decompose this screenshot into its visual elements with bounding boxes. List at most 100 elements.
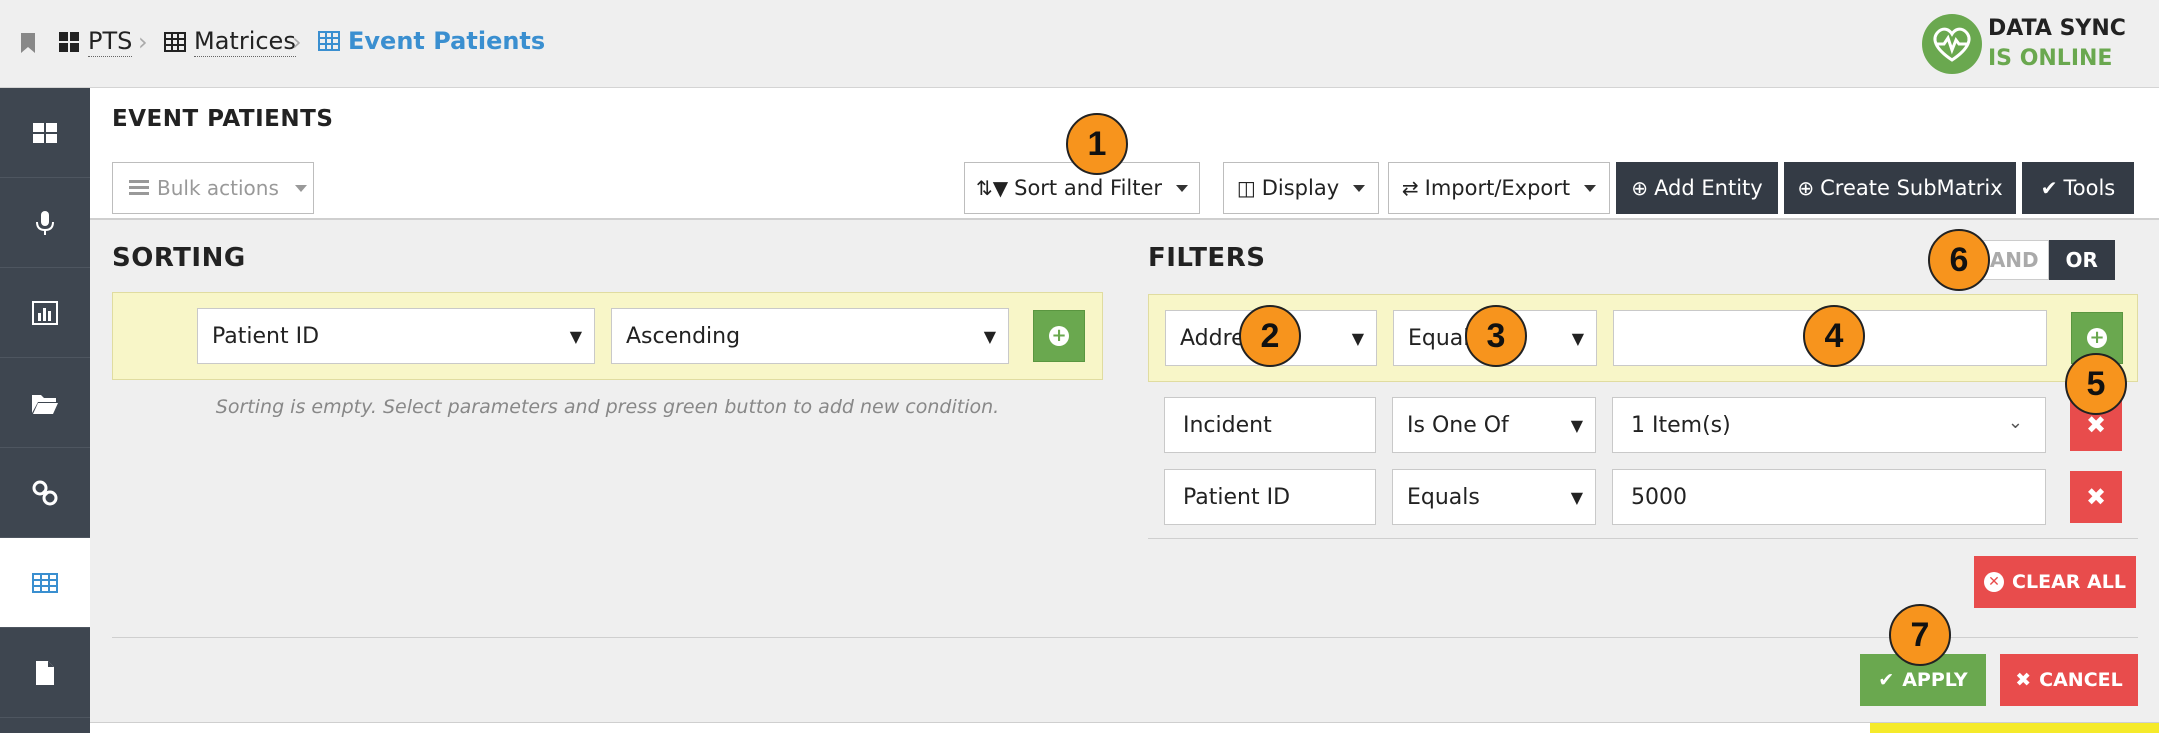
- sorting-empty-message: Sorting is empty. Select parameters and …: [215, 396, 1000, 418]
- bulk-actions-button[interactable]: Bulk actions: [112, 162, 314, 214]
- annotation-badge: 6: [1928, 229, 1990, 291]
- tools-button[interactable]: ✔ Tools: [2022, 162, 2134, 214]
- table-icon: [164, 31, 186, 52]
- close-icon: ✖: [2015, 669, 2032, 691]
- sort-order-select[interactable]: Ascending ▼: [611, 308, 1009, 364]
- bookmark-icon[interactable]: [20, 32, 36, 54]
- grid-icon: [59, 31, 79, 52]
- dashboard-icon: [33, 122, 57, 143]
- heartbeat-icon: [1922, 14, 1982, 74]
- clear-all-button[interactable]: ✕ CLEAR ALL: [1974, 556, 2136, 608]
- sidebar-item-documents[interactable]: [0, 628, 90, 718]
- sort-condition-row: Patient ID ▼ Ascending ▼ +: [112, 292, 1103, 380]
- filter-row-value[interactable]: 5000: [1612, 469, 2046, 525]
- caret-down-icon: [294, 184, 307, 192]
- plus-circle-icon: +: [2087, 328, 2107, 348]
- create-submatrix-button[interactable]: ⊕ Create SubMatrix: [1784, 162, 2016, 214]
- filter-row-operator-value: Is One Of: [1407, 412, 1509, 438]
- annotation-badge: 7: [1889, 604, 1951, 666]
- breadcrumb-matrices[interactable]: Matrices: [164, 26, 296, 57]
- remove-filter-button[interactable]: ✖: [2070, 471, 2122, 523]
- dropdown-arrow-icon: ▼: [1570, 488, 1583, 507]
- close-icon: ✖: [2085, 483, 2107, 511]
- folder-icon: [32, 394, 58, 414]
- display-label: Display: [1261, 176, 1340, 200]
- chevron-down-icon: ⌄: [2007, 412, 2023, 433]
- annotation-badge: 3: [1465, 305, 1527, 367]
- dropdown-arrow-icon: ▼: [1571, 329, 1584, 348]
- display-button[interactable]: ◫ Display: [1223, 162, 1379, 214]
- filter-row-value[interactable]: 1 Item(s) ⌄: [1612, 397, 2046, 453]
- sidebar: [0, 88, 90, 733]
- breadcrumb-label[interactable]: Matrices: [194, 26, 296, 57]
- tools-label: Tools: [2063, 176, 2116, 200]
- sidebar-item-matrices[interactable]: [0, 538, 90, 628]
- filter-field-value: Addre: [1180, 325, 1245, 351]
- plus-circle-icon: ⊕: [1631, 176, 1649, 200]
- annotation-badge: 2: [1239, 305, 1301, 367]
- annotation-badge: 4: [1803, 305, 1865, 367]
- sort-filter-icon: ⇅▼: [975, 176, 1009, 200]
- breadcrumb-separator: ›: [138, 28, 148, 56]
- sidebar-item-audio[interactable]: [0, 178, 90, 268]
- create-submatrix-label: Create SubMatrix: [1820, 176, 2003, 200]
- filter-row-operator[interactable]: Is One Of ▼: [1392, 397, 1596, 453]
- add-entity-button[interactable]: ⊕ Add Entity: [1616, 162, 1778, 214]
- sorting-title: SORTING: [112, 243, 246, 273]
- microphone-icon: [36, 210, 54, 235]
- cancel-button[interactable]: ✖ CANCEL: [2000, 654, 2138, 706]
- filter-row-field[interactable]: Patient ID: [1164, 469, 1376, 525]
- logic-toggle: AND OR: [1980, 240, 2115, 280]
- dropdown-arrow-icon: ▼: [1570, 416, 1583, 435]
- import-export-button[interactable]: ⇄ Import/Export: [1388, 162, 1610, 214]
- table-icon: [32, 572, 58, 593]
- sort-field-select[interactable]: Patient ID ▼: [197, 308, 595, 364]
- sort-field-value: Patient ID: [212, 323, 320, 349]
- caret-down-icon: [1176, 184, 1189, 192]
- filter-row-operator-value: Equals: [1407, 484, 1480, 510]
- dropdown-arrow-icon: ▼: [569, 327, 582, 346]
- add-entity-label: Add Entity: [1654, 176, 1763, 200]
- columns-icon: ◫: [1236, 176, 1256, 200]
- dropdown-arrow-icon: ▼: [983, 327, 996, 346]
- filter-row-operator[interactable]: Equals ▼: [1392, 469, 1596, 525]
- top-bar: PTS › Matrices › Event Patients DATA SYN…: [0, 0, 2159, 88]
- highlighted-column: [1870, 723, 2159, 733]
- dropdown-arrow-icon: ▼: [1351, 329, 1364, 348]
- filter-row-field[interactable]: Incident: [1164, 397, 1376, 453]
- logic-and-button[interactable]: AND: [1980, 240, 2049, 280]
- breadcrumb-separator: ›: [292, 28, 302, 56]
- exchange-icon: ⇄: [1401, 176, 1419, 200]
- plus-circle-icon: +: [1049, 326, 1069, 346]
- close-circle-icon: ✕: [1984, 572, 2005, 592]
- sync-status-line2: IS ONLINE: [1988, 46, 2113, 71]
- main-content: EVENT PATIENTS Bulk actions ⇅▼ Sort and …: [90, 88, 2159, 733]
- cancel-label: CANCEL: [2039, 669, 2123, 691]
- breadcrumb-event-patients: Event Patients: [318, 26, 545, 56]
- sync-status: DATA SYNC IS ONLINE: [1988, 14, 2126, 74]
- sort-order-value: Ascending: [626, 323, 741, 349]
- sidebar-item-files[interactable]: [0, 358, 90, 448]
- sync-status-line1: DATA SYNC: [1988, 16, 2126, 41]
- table-icon: [318, 31, 340, 51]
- breadcrumb-label: Event Patients: [348, 27, 546, 55]
- table-header-strip: [90, 722, 2159, 733]
- annotation-badge: 5: [2065, 353, 2127, 415]
- link-icon: [32, 480, 58, 505]
- filter-row-value-text: 1 Item(s): [1631, 412, 1731, 438]
- chart-icon: [32, 300, 58, 325]
- document-icon: [36, 660, 54, 685]
- caret-down-icon: [1584, 184, 1597, 192]
- filters-title: FILTERS: [1148, 243, 1266, 273]
- logic-or-button[interactable]: OR: [2048, 240, 2115, 280]
- breadcrumb-label[interactable]: PTS: [88, 26, 133, 57]
- check-icon: ✔: [1878, 669, 1895, 691]
- sidebar-item-reports[interactable]: [0, 268, 90, 358]
- page-title: EVENT PATIENTS: [112, 106, 334, 132]
- clear-all-label: CLEAR ALL: [2012, 571, 2126, 593]
- add-sort-button[interactable]: +: [1033, 310, 1085, 362]
- sidebar-item-links[interactable]: [0, 448, 90, 538]
- sidebar-item-dashboard[interactable]: [0, 88, 90, 178]
- breadcrumb-pts[interactable]: PTS: [58, 26, 133, 57]
- annotation-badge: 1: [1066, 113, 1128, 175]
